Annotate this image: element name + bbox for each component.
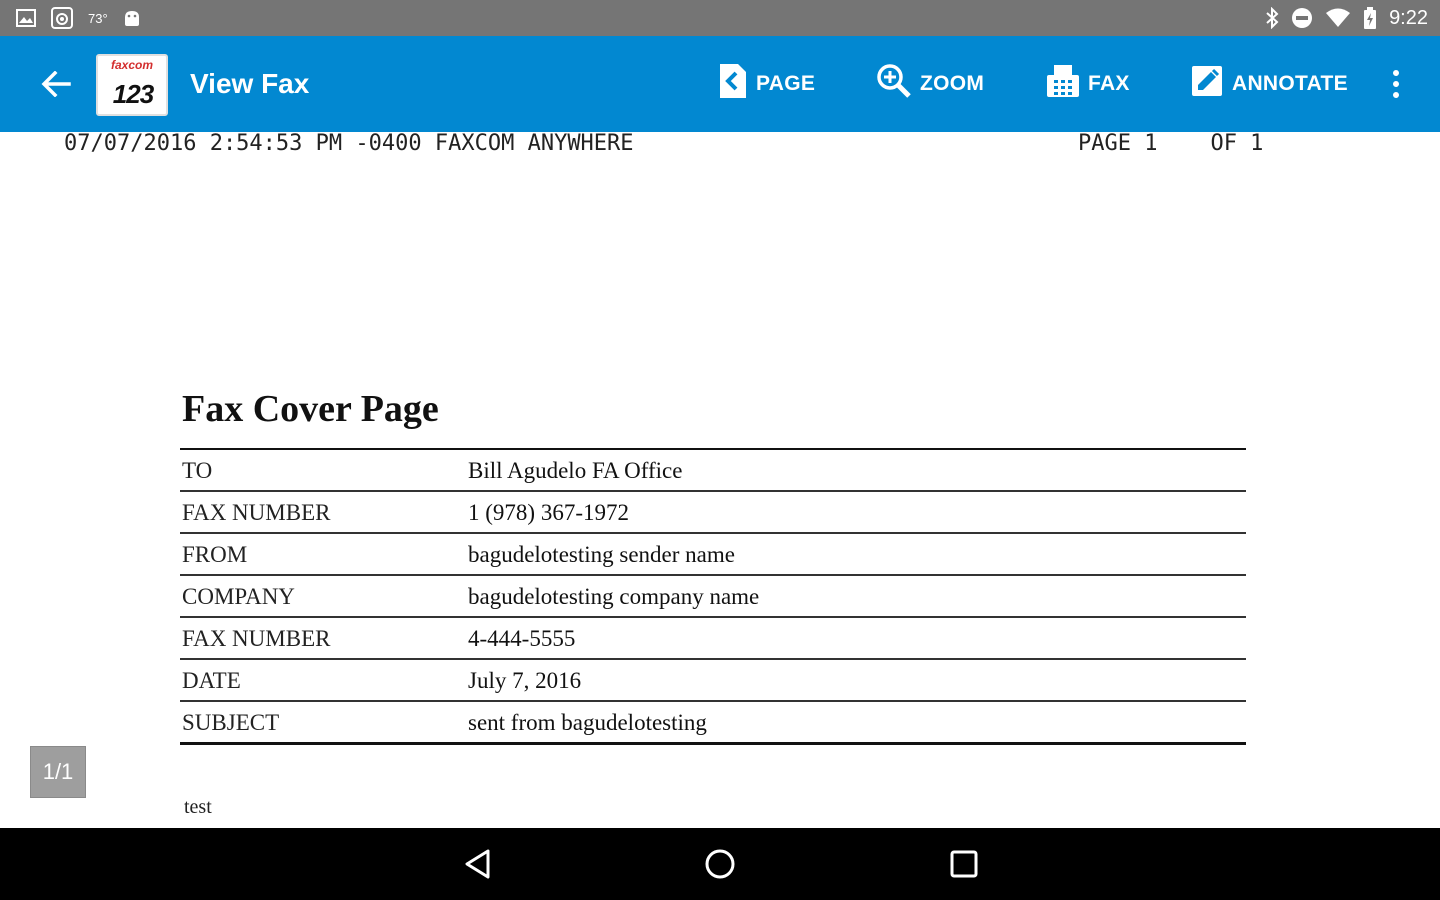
fax-header-right: PAGE 1 OF 1 [1078,132,1264,156]
status-bar: 73° 9:22 [0,0,1440,36]
page-button[interactable]: PAGE [718,64,815,104]
temperature-text: 73° [88,10,108,26]
app-logo: faxcom 123 [96,54,168,116]
android-icon [122,8,142,28]
zoom-button-label: ZOOM [920,72,985,95]
row-value: July 7, 2016 [468,668,582,693]
table-row: FROM bagudelotesting sender name [180,534,1246,576]
table-row: TO Bill Agudelo FA Office [180,450,1246,492]
logo-numbers-text: 123 [112,79,154,109]
camera-app-icon [50,6,74,30]
bluetooth-icon [1265,7,1279,29]
home-circle-icon [705,849,735,879]
row-value: bagudelotesting company name [468,584,760,609]
more-vert-icon [1393,70,1399,76]
zoom-in-icon [876,63,912,105]
more-vert-icon-dot [1393,81,1399,87]
status-bar-left: 73° [16,0,142,36]
page-back-icon [718,62,748,106]
page-indicator: 1/1 [30,746,86,798]
fax-machine-icon [1046,63,1080,105]
fax-header-left: 07/07/2016 2:54:53 PM -0400 FAXCOM ANYWH… [64,132,634,156]
row-value: 4-444-5555 [468,626,576,651]
annotate-button-label: ANNOTATE [1232,72,1348,95]
row-value: bagudelotesting sender name [468,542,735,567]
zoom-button[interactable]: ZOOM [876,64,984,104]
fax-document-viewer[interactable]: 07/07/2016 2:54:53 PM -0400 FAXCOM ANYWH… [0,132,1440,828]
battery-icon [1363,7,1377,29]
recents-square-icon [950,850,978,878]
table-row: COMPANY bagudelotesting company name [180,576,1246,618]
row-value: Bill Agudelo FA Office [468,458,683,483]
table-row: SUBJECT sent from bagudelotesting [180,702,1246,745]
row-label: SUBJECT [182,710,280,735]
image-icon [16,9,36,27]
row-label: FAX NUMBER [182,626,331,651]
row-label: TO [182,458,213,483]
overflow-menu-button[interactable] [1380,64,1412,104]
fax-button[interactable]: FAX [1046,64,1130,104]
row-value: 1 (978) 367-1972 [468,500,629,525]
page-button-label: PAGE [756,72,816,95]
row-label: DATE [182,668,241,693]
clock-text: 9:22 [1389,6,1428,29]
wifi-icon [1325,8,1351,28]
back-triangle-icon [465,849,490,879]
page-title: View Fax [190,68,310,99]
nav-recents-button[interactable] [940,840,988,888]
annotate-button[interactable]: ANNOTATE [1190,64,1348,104]
status-bar-right: 9:22 [1265,0,1428,36]
arrow-back-icon [41,71,71,97]
fax-button-label: FAX [1088,72,1130,95]
table-row: DATE July 7, 2016 [180,660,1246,702]
do-not-disturb-icon [1291,7,1313,29]
app-bar: faxcom 123 View Fax PAGE ZOOM FAX ANNOTA… [0,36,1440,132]
row-label: FAX NUMBER [182,500,331,525]
nav-home-button[interactable] [696,840,744,888]
table-row: FAX NUMBER 4-444-5555 [180,618,1246,660]
row-label: COMPANY [182,584,295,609]
cover-note-text: test [184,796,212,818]
table-row: FAX NUMBER 1 (978) 367-1972 [180,492,1246,534]
nav-back-button[interactable] [454,840,502,888]
system-nav-bar [0,828,1440,900]
cover-page-table: TO Bill Agudelo FA Office FAX NUMBER 1 (… [180,448,1246,745]
cover-page-title: Fax Cover Page [182,388,439,430]
more-vert-icon-dot [1393,92,1399,98]
row-value: sent from bagudelotesting [468,710,707,735]
logo-brand-text: faxcom [110,58,154,72]
back-button[interactable] [32,60,80,108]
edit-pencil-icon [1190,64,1224,104]
row-label: FROM [182,542,248,567]
